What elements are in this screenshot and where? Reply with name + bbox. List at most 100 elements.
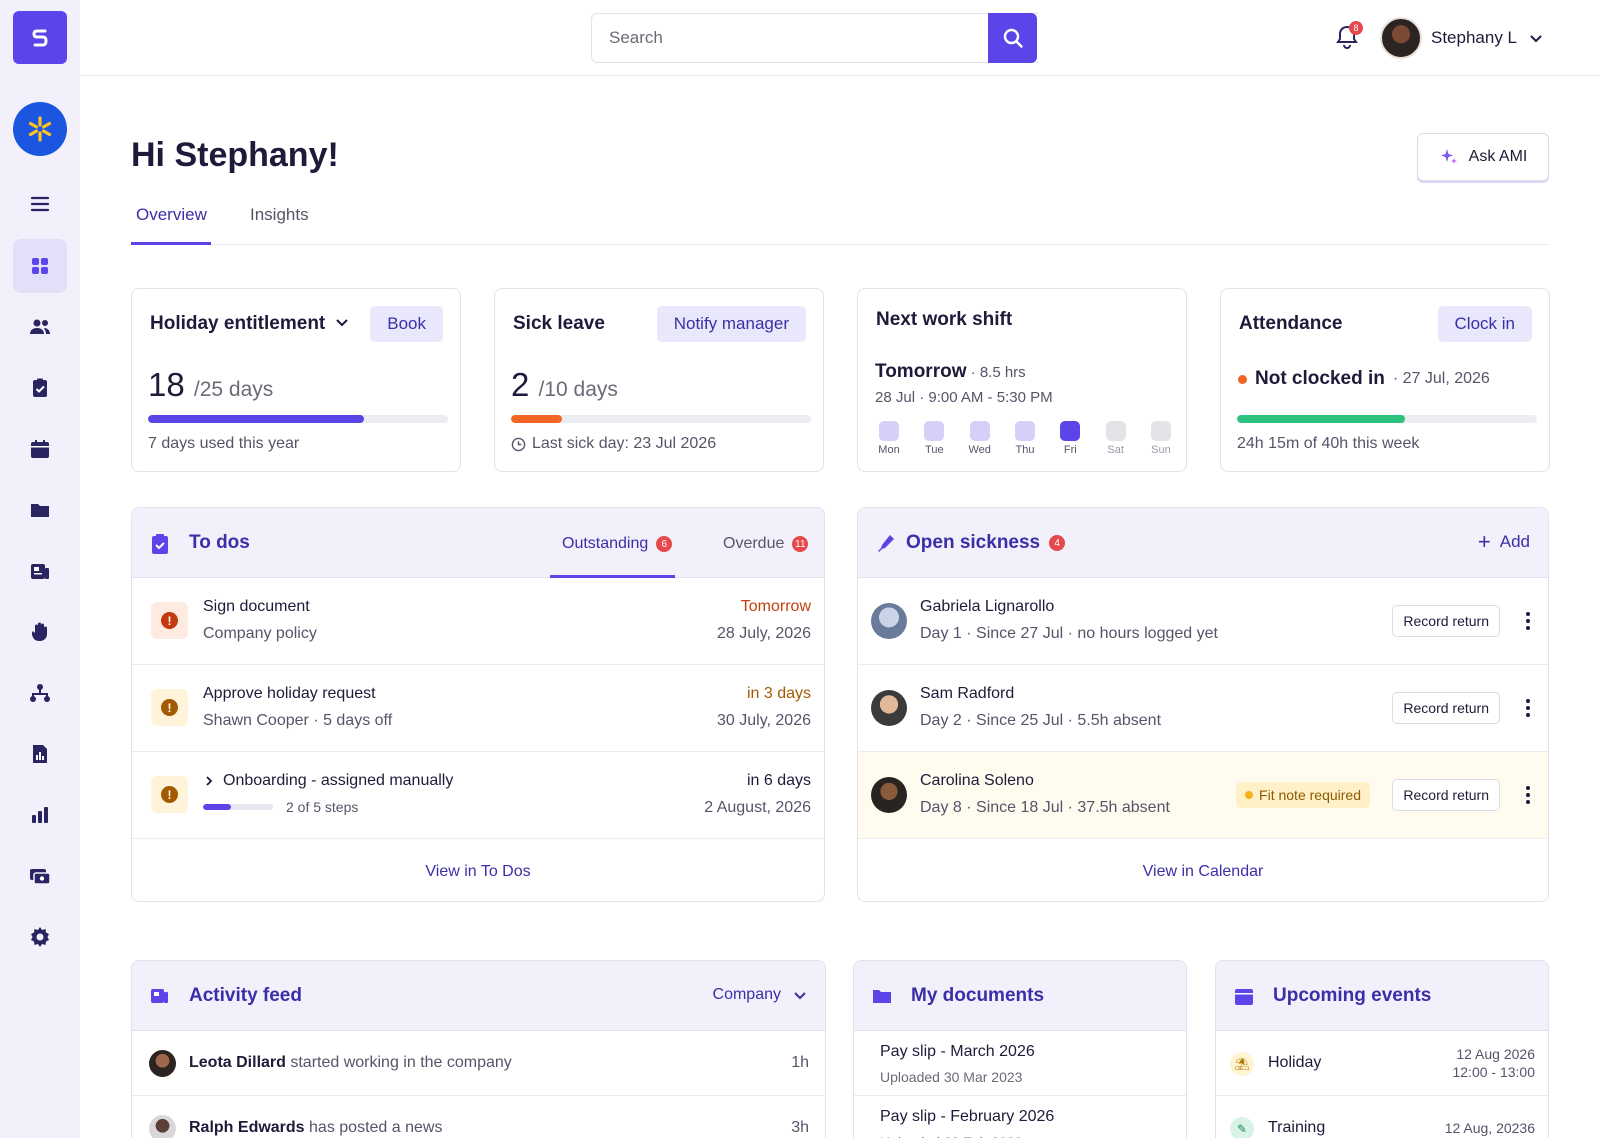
- settings-icon: [31, 927, 49, 947]
- sidebar-item-recognition[interactable]: [13, 605, 67, 659]
- view-in-todos-link[interactable]: View in To Dos: [132, 863, 824, 881]
- sidebar-item-payroll[interactable]: [13, 849, 67, 903]
- view-in-calendar-link[interactable]: View in Calendar: [858, 863, 1548, 881]
- avatar[interactable]: [871, 690, 907, 726]
- document-row[interactable]: Pay slip - March 2026 Uploaded 30 Mar 20…: [854, 1031, 1186, 1096]
- documents-title: My documents: [911, 985, 1045, 1006]
- menu-toggle-button[interactable]: [13, 177, 67, 231]
- sidebar-item-calendar[interactable]: [13, 422, 67, 476]
- todo-row[interactable]: ! Approve holiday request Shawn Cooper · …: [132, 665, 824, 752]
- event-title: Training: [1268, 1119, 1326, 1136]
- person-name[interactable]: Sam Radford: [920, 685, 1014, 703]
- activity-filter-dropdown[interactable]: Company: [713, 986, 807, 1004]
- tab-insights[interactable]: Insights: [250, 205, 309, 225]
- book-button[interactable]: Book: [370, 306, 443, 342]
- page-tabs: Overview Insights: [131, 195, 1549, 245]
- chevron-down-icon: [335, 319, 348, 327]
- alert-icon: !: [151, 602, 188, 639]
- sidebar-item-dashboard[interactable]: [13, 239, 67, 293]
- sickness-header: Open sickness 4 + Add: [858, 508, 1548, 578]
- todo-title[interactable]: Approve holiday request: [203, 685, 376, 703]
- sidebar-item-settings[interactable]: [13, 910, 67, 964]
- activity-header: Activity feed Company: [132, 961, 825, 1031]
- sidebar-item-analytics[interactable]: [13, 788, 67, 842]
- record-return-button[interactable]: Record return: [1392, 779, 1500, 811]
- record-return-button[interactable]: Record return: [1392, 605, 1500, 637]
- record-return-button[interactable]: Record return: [1392, 692, 1500, 724]
- sick-title: Sick leave: [513, 313, 605, 334]
- clock-in-button[interactable]: Clock in: [1437, 306, 1532, 342]
- user-name[interactable]: Stephany L: [1431, 28, 1517, 48]
- activity-row: Leota Dillard started working in the com…: [132, 1031, 825, 1096]
- shift-title: Next work shift: [876, 309, 1013, 330]
- person-name[interactable]: Carolina Soleno: [920, 772, 1034, 790]
- event-date: 12 Aug, 20236: [1444, 1120, 1535, 1136]
- chevron-down-icon: [794, 992, 806, 1000]
- more-options-icon[interactable]: [1526, 612, 1530, 633]
- day-marker: [1014, 421, 1035, 441]
- day-tue: Tue: [920, 421, 948, 456]
- sidebar-item-tasks[interactable]: [13, 361, 67, 415]
- more-options-icon[interactable]: [1526, 786, 1530, 807]
- sidebar-item-documents[interactable]: [13, 483, 67, 537]
- avatar[interactable]: [871, 603, 907, 639]
- notify-manager-button[interactable]: Notify manager: [656, 306, 806, 342]
- todos-title: To dos: [189, 532, 250, 553]
- sidebar-item-org-chart[interactable]: [13, 666, 67, 720]
- day-label: Wed: [968, 444, 991, 456]
- more-options-icon[interactable]: [1526, 699, 1530, 720]
- todo-title[interactable]: Onboarding - assigned manually: [203, 772, 453, 790]
- app-logo[interactable]: [13, 11, 67, 64]
- documents-header: My documents: [854, 961, 1186, 1031]
- add-sickness-button[interactable]: + Add: [1477, 529, 1530, 554]
- document-title[interactable]: Pay slip - March 2026: [880, 1043, 1035, 1061]
- calendar-icon: [1235, 989, 1253, 1005]
- holiday-title[interactable]: Holiday entitlement: [150, 313, 349, 335]
- events-panel: Upcoming events ⛱ Holiday 12 Aug 2026 12:…: [1215, 960, 1549, 1138]
- chevron-right-icon[interactable]: [203, 775, 215, 787]
- people-icon: [30, 319, 50, 334]
- event-row[interactable]: ✎ Training 12 Aug, 20236: [1216, 1096, 1548, 1138]
- document-title[interactable]: Pay slip - February 2026: [880, 1108, 1054, 1126]
- holiday-sub: 7 days used this year: [148, 435, 300, 452]
- tab-overview[interactable]: Overview: [136, 205, 207, 225]
- alert-icon: !: [151, 776, 188, 813]
- spark-icon: [28, 116, 52, 142]
- plus-icon: +: [1477, 529, 1491, 554]
- event-row[interactable]: ⛱ Holiday 12 Aug 2026 12:00 - 13:00: [1216, 1031, 1548, 1096]
- alert-icon: !: [151, 689, 188, 726]
- avatar[interactable]: [871, 777, 907, 813]
- day-wed: Wed: [966, 421, 994, 456]
- document-row[interactable]: Pay slip - February 2026 Uploaded 28 Feb…: [854, 1096, 1186, 1138]
- activity-time: 3h: [791, 1119, 809, 1136]
- search-input[interactable]: [609, 28, 929, 48]
- next-shift-card: Next work shift Tomorrow · 8.5 hrs 28 Ju…: [857, 288, 1187, 472]
- todo-row[interactable]: ! Sign document Company policy Tomorrow 2…: [132, 578, 824, 665]
- user-avatar[interactable]: [1380, 17, 1422, 59]
- day-marker: [969, 421, 990, 441]
- sidebar-item-news[interactable]: [13, 544, 67, 598]
- ask-ami-button[interactable]: Ask AMI: [1417, 133, 1549, 181]
- sidebar-item-people[interactable]: [13, 300, 67, 354]
- sickness-detail: Day 8 · Since 18 Jul · 37.5h absent: [920, 799, 1170, 816]
- todo-due: in 6 days: [746, 772, 811, 789]
- avatar[interactable]: [149, 1050, 176, 1077]
- todos-panel: To dos Outstanding 6 Overdue 11 ! Sign doc…: [131, 507, 825, 902]
- search-icon: [1003, 28, 1023, 48]
- person-name[interactable]: Gabriela Lignarollo: [920, 598, 1054, 616]
- todo-title[interactable]: Sign document: [203, 598, 310, 616]
- org-chart-icon: [30, 684, 50, 702]
- shift-detail: 28 Jul · 9:00 AM - 5:30 PM: [875, 389, 1053, 406]
- search-button[interactable]: [988, 13, 1037, 63]
- tab-overdue[interactable]: Overdue 11: [723, 535, 809, 553]
- folder-icon: [31, 504, 49, 517]
- day-marker: [1150, 421, 1171, 441]
- tab-outstanding[interactable]: Outstanding 6: [562, 535, 673, 553]
- company-logo[interactable]: [13, 102, 67, 156]
- chevron-down-icon[interactable]: [1528, 30, 1544, 46]
- top-bar: [80, 0, 1600, 76]
- sidebar-item-reports[interactable]: [13, 727, 67, 781]
- avatar[interactable]: [149, 1115, 176, 1138]
- todo-row[interactable]: ! Onboarding - assigned manually 2 of 5 s…: [132, 752, 824, 839]
- activity-feed-panel: Activity feed Company Leota Dillard star…: [131, 960, 826, 1138]
